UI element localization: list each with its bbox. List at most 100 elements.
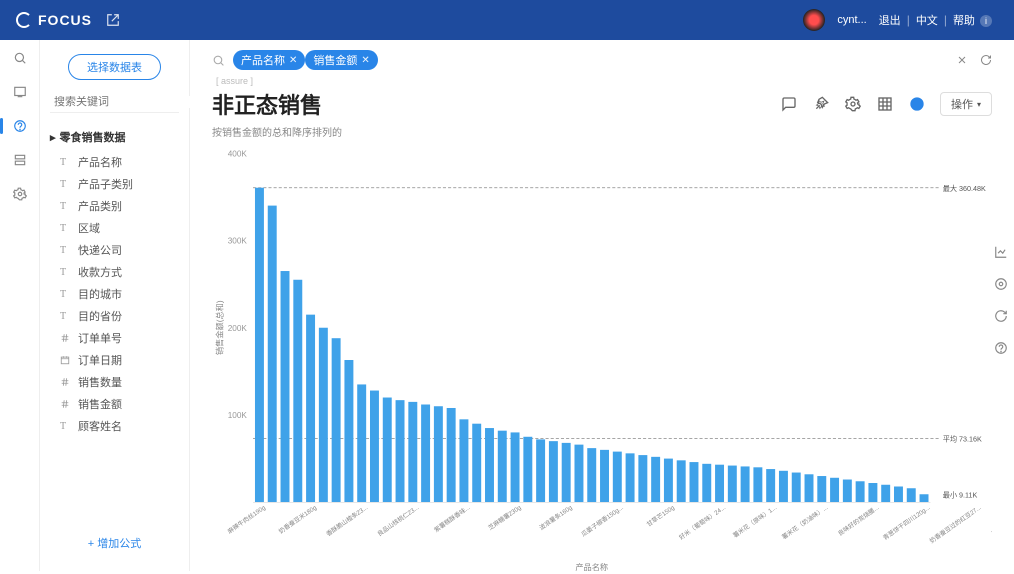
bar[interactable] bbox=[677, 460, 686, 502]
bar[interactable] bbox=[255, 188, 264, 502]
bar[interactable] bbox=[332, 338, 341, 502]
field-item[interactable]: T产品名称 bbox=[50, 151, 179, 173]
chip-remove-icon[interactable]: ✕ bbox=[289, 55, 297, 66]
bar[interactable] bbox=[651, 457, 660, 502]
bar[interactable] bbox=[357, 384, 366, 502]
brand-logo: FOCUS bbox=[16, 12, 92, 28]
bar[interactable] bbox=[370, 391, 379, 503]
bar[interactable] bbox=[894, 487, 903, 503]
gear-icon[interactable] bbox=[844, 95, 862, 113]
bar[interactable] bbox=[421, 405, 430, 503]
bar[interactable] bbox=[472, 424, 481, 503]
field-search[interactable] bbox=[50, 96, 179, 113]
help-link[interactable]: 帮助 i bbox=[953, 12, 992, 28]
bar[interactable] bbox=[830, 478, 839, 502]
bar[interactable] bbox=[741, 466, 750, 502]
bar[interactable] bbox=[319, 328, 328, 502]
field-item[interactable]: T产品子类别 bbox=[50, 173, 179, 195]
clear-query-icon[interactable] bbox=[956, 54, 968, 66]
bar[interactable] bbox=[753, 467, 762, 502]
bar[interactable] bbox=[587, 448, 596, 502]
field-item[interactable]: 销售数量 bbox=[50, 371, 179, 393]
bar[interactable] bbox=[383, 398, 392, 503]
axis-settings-icon[interactable] bbox=[992, 243, 1010, 261]
field-label: 顾客姓名 bbox=[78, 418, 122, 434]
bar[interactable] bbox=[447, 408, 456, 502]
table-view-icon[interactable] bbox=[876, 95, 894, 113]
bar[interactable] bbox=[396, 400, 405, 502]
chart-view-icon[interactable] bbox=[908, 95, 926, 113]
bar[interactable] bbox=[715, 465, 724, 503]
lang-link[interactable]: 中文 bbox=[916, 12, 938, 28]
refresh-icon[interactable] bbox=[980, 54, 992, 66]
bar[interactable] bbox=[907, 488, 916, 502]
bar[interactable] bbox=[549, 441, 558, 502]
bar[interactable] bbox=[805, 474, 814, 502]
bar[interactable] bbox=[856, 481, 865, 502]
bar[interactable] bbox=[293, 280, 302, 502]
field-item[interactable]: T产品类别 bbox=[50, 195, 179, 217]
rail-settings-icon[interactable] bbox=[12, 186, 28, 202]
query-chip[interactable]: 产品名称✕ bbox=[233, 50, 305, 70]
bar[interactable] bbox=[702, 464, 711, 502]
bar[interactable] bbox=[536, 439, 545, 502]
rail-data-icon[interactable] bbox=[12, 152, 28, 168]
bar[interactable] bbox=[728, 466, 737, 503]
bar[interactable] bbox=[638, 455, 647, 502]
bar[interactable] bbox=[626, 453, 635, 502]
rail-search-icon[interactable] bbox=[12, 50, 28, 66]
tree-header[interactable]: ▸零食销售数据 bbox=[50, 129, 179, 145]
rail-question-icon[interactable] bbox=[12, 118, 28, 134]
field-item[interactable]: T快递公司 bbox=[50, 239, 179, 261]
field-item[interactable]: T区域 bbox=[50, 217, 179, 239]
bar[interactable] bbox=[868, 483, 877, 502]
rail-board-icon[interactable] bbox=[12, 84, 28, 100]
help-circle-icon[interactable] bbox=[992, 339, 1010, 357]
field-item[interactable]: T目的省份 bbox=[50, 305, 179, 327]
bar[interactable] bbox=[766, 469, 775, 502]
logout-link[interactable]: 退出 bbox=[879, 12, 901, 28]
username[interactable]: cynt... bbox=[837, 14, 866, 26]
field-item[interactable]: 订单单号 bbox=[50, 327, 179, 349]
bar[interactable] bbox=[562, 443, 571, 502]
comment-icon[interactable] bbox=[780, 95, 798, 113]
bar[interactable] bbox=[268, 206, 277, 503]
field-item[interactable]: T顾客姓名 bbox=[50, 415, 179, 437]
bar[interactable] bbox=[690, 462, 699, 502]
bar[interactable] bbox=[498, 431, 507, 503]
bar[interactable] bbox=[920, 494, 929, 502]
bar[interactable] bbox=[664, 459, 673, 503]
bar[interactable] bbox=[511, 432, 520, 502]
bar[interactable] bbox=[485, 428, 494, 502]
bar[interactable] bbox=[779, 471, 788, 502]
bar[interactable] bbox=[281, 271, 290, 502]
select-table-button[interactable]: 选择数据表 bbox=[68, 54, 161, 80]
avatar[interactable] bbox=[803, 9, 825, 31]
bar[interactable] bbox=[881, 485, 890, 502]
bar[interactable] bbox=[574, 445, 583, 503]
bar[interactable] bbox=[613, 452, 622, 503]
pin-icon[interactable] bbox=[812, 95, 830, 113]
bar[interactable] bbox=[306, 315, 315, 503]
query-chip[interactable]: 销售金额✕ bbox=[305, 50, 377, 70]
bar[interactable] bbox=[817, 476, 826, 502]
bar[interactable] bbox=[523, 437, 532, 502]
export-icon[interactable] bbox=[106, 13, 120, 27]
operations-button[interactable]: 操作▾ bbox=[940, 92, 992, 116]
field-item[interactable]: 销售金额 bbox=[50, 393, 179, 415]
reload-icon[interactable] bbox=[992, 307, 1010, 325]
bar[interactable] bbox=[344, 360, 353, 502]
bar[interactable] bbox=[843, 480, 852, 503]
chip-remove-icon[interactable]: ✕ bbox=[361, 55, 369, 66]
bar[interactable] bbox=[600, 450, 609, 502]
bar[interactable] bbox=[434, 406, 443, 502]
field-item[interactable]: T收款方式 bbox=[50, 261, 179, 283]
field-item[interactable]: 订单日期 bbox=[50, 349, 179, 371]
bar[interactable] bbox=[459, 419, 468, 502]
config-icon[interactable] bbox=[992, 275, 1010, 293]
field-search-input[interactable] bbox=[54, 96, 196, 108]
field-item[interactable]: T目的城市 bbox=[50, 283, 179, 305]
add-formula-button[interactable]: + 增加公式 bbox=[50, 529, 179, 557]
bar[interactable] bbox=[408, 402, 417, 502]
bar[interactable] bbox=[792, 473, 801, 503]
